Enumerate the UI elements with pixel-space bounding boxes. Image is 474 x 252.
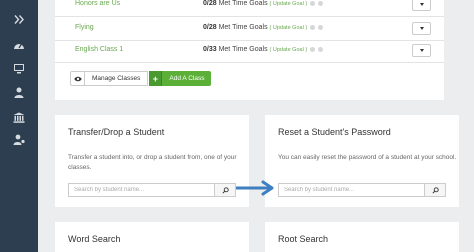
class-row: English Class 1 0/33 Met Time Goals ( Up… (55, 39, 444, 63)
manage-classes-button[interactable]: Manage Classes (84, 71, 149, 86)
class-options-dropdown[interactable] (412, 44, 431, 57)
class-row: Honors are Us 0/28 Met Time Goals ( Upda… (55, 0, 444, 17)
update-goal-link[interactable]: ( Update Goal ) (270, 25, 308, 31)
card-title: Transfer/Drop a Student (68, 127, 165, 137)
time-goal-status: 0/28 Met Time Goals ( Update Goal ) (203, 24, 324, 31)
user-icon[interactable] (12, 86, 26, 98)
search-button[interactable] (214, 183, 236, 197)
card-title: Word Search (68, 234, 121, 244)
monitor-icon[interactable] (12, 62, 26, 74)
student-search (68, 183, 236, 197)
word-search-card: Word Search (55, 222, 249, 252)
reset-password-card: Reset a Student's Password You can easil… (265, 115, 459, 207)
class-actions: Manage Classes + Add A Class (70, 71, 212, 86)
root-search-card: Root Search (265, 222, 459, 252)
caret-down-icon (419, 3, 424, 6)
info-dot-icon (318, 0, 324, 6)
card-title: Reset a Student's Password (278, 127, 391, 137)
update-goal-link[interactable]: ( Update Goal ) (270, 1, 308, 7)
update-goal-link[interactable]: ( Update Goal ) (270, 47, 308, 53)
student-search-input[interactable] (278, 183, 424, 197)
goal-count: 0/28 (203, 24, 217, 31)
class-name-link[interactable]: Flying (75, 24, 94, 31)
student-search (278, 183, 446, 197)
card-description: You can easily reset the password of a s… (278, 154, 457, 161)
class-options-dropdown[interactable] (412, 0, 431, 11)
time-goal-status: 0/33 Met Time Goals ( Update Goal ) (203, 46, 324, 53)
transfer-drop-card: Transfer/Drop a Student Transfer a stude… (55, 115, 249, 207)
chevron-double-right-icon[interactable] (12, 13, 26, 25)
goal-count: 0/33 (203, 46, 217, 53)
institution-icon[interactable] (12, 111, 26, 123)
caret-down-icon (419, 49, 424, 52)
info-dot-icon (310, 0, 316, 6)
arrow-right-icon (236, 180, 274, 196)
sidebar (0, 0, 38, 252)
add-class-button[interactable]: Add A Class (162, 71, 212, 86)
goal-label: Met Time Goals (218, 46, 268, 53)
search-icon (221, 186, 229, 194)
card-description: Transfer a student into, or drop a stude… (68, 154, 237, 171)
search-button[interactable] (424, 183, 446, 197)
student-search-input[interactable] (68, 183, 214, 197)
info-dot-icon (318, 24, 324, 30)
class-list-panel: Honors are Us 0/28 Met Time Goals ( Upda… (55, 0, 444, 100)
card-title: Root Search (278, 234, 329, 244)
goal-label: Met Time Goals (218, 24, 268, 31)
info-dot-icon (318, 46, 324, 52)
class-row: Flying 0/28 Met Time Goals ( Update Goal… (55, 17, 444, 41)
search-icon (431, 186, 439, 194)
info-dot-icon (310, 46, 316, 52)
plus-icon[interactable]: + (149, 71, 163, 86)
class-name-link[interactable]: English Class 1 (75, 46, 123, 53)
goal-count: 0/28 (203, 0, 217, 7)
caret-down-icon (419, 27, 424, 30)
info-dot-icon (310, 24, 316, 30)
dashboard-gauge-icon[interactable] (12, 39, 26, 51)
user-settings-icon[interactable] (12, 133, 26, 145)
time-goal-status: 0/28 Met Time Goals ( Update Goal ) (203, 0, 324, 7)
goal-label: Met Time Goals (218, 0, 268, 7)
eye-icon (73, 76, 82, 81)
class-options-dropdown[interactable] (412, 22, 431, 35)
eye-toggle-button[interactable] (70, 71, 84, 86)
class-name-link[interactable]: Honors are Us (75, 0, 120, 7)
